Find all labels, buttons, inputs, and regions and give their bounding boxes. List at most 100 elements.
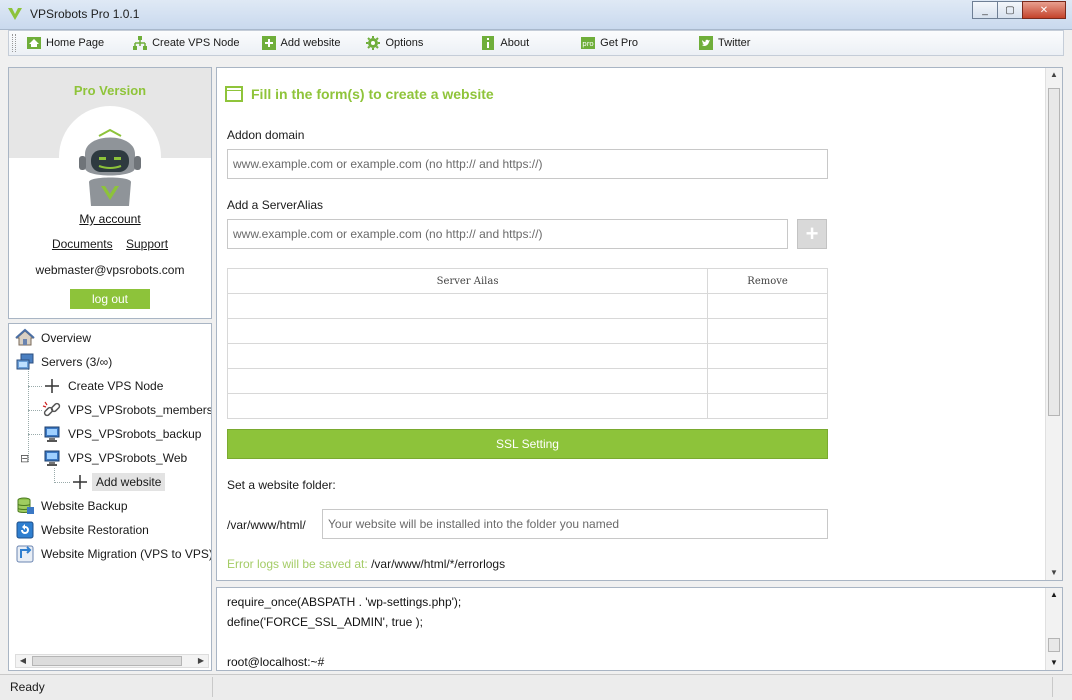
tree-item-label: Create VPS Node [68,379,164,393]
plus-icon [70,472,90,492]
scrollbar-thumb[interactable] [32,656,182,666]
error-logs-info: Error logs will be saved at: /var/www/ht… [227,557,505,571]
ssl-setting-button[interactable]: SSL Setting [227,429,828,459]
home-icon [26,35,42,51]
twitter-icon [698,35,714,51]
add-website-button[interactable]: Add website [257,32,345,54]
console-output[interactable]: require_once(ABSPATH . 'wp-settings.php'… [216,587,1063,671]
tree-connector [28,386,42,387]
status-separator [1052,677,1053,697]
console-line: root@localhost:~# [227,655,325,669]
tree-item-label: Website Restoration [41,523,149,537]
folder-prefix: /var/www/html/ [227,518,306,532]
tree-item-servers[interactable]: Servers (3/∞) [15,352,112,372]
tree-connector [28,410,42,411]
plus-green-icon [261,35,277,51]
database-icon [15,496,35,516]
tree-item-website-backup[interactable]: Website Backup [15,496,128,516]
add-alias-button[interactable]: + [797,219,827,249]
close-button[interactable]: ✕ [1022,1,1066,19]
tree-item-website-restoration[interactable]: Website Restoration [15,520,149,540]
pro-icon: pro [580,35,596,51]
about-label: About [500,37,530,49]
tree-item-vps-web[interactable]: ⊟ VPS_VPSrobots_Web [20,448,187,468]
network-icon [132,35,148,51]
minimize-button[interactable]: _ [972,1,998,19]
scroll-up-icon[interactable]: ▲ [1046,588,1062,602]
twitter-button[interactable]: Twitter [694,32,754,54]
table-cell [707,368,828,394]
tree-horizontal-scrollbar[interactable]: ◀ ▶ [15,654,209,668]
house-icon [15,328,35,348]
tree-item-overview[interactable]: Overview [15,328,91,348]
add-website-label: Add website [280,37,341,49]
tree-item-label: Servers (3/∞) [41,355,113,369]
tree-item-add-website[interactable]: Add website [70,472,166,492]
table-cell [226,318,709,344]
pro-version-label: Pro Version [73,83,147,98]
get-pro-button[interactable]: pro Get Pro [576,32,642,54]
robot-avatar [59,106,161,208]
tree-item-label: VPS_VPSrobots_Web [68,451,188,465]
tree-item-vps-backup[interactable]: VPS_VPSrobots_backup [42,424,201,444]
twitter-label: Twitter [718,37,751,49]
migration-icon [15,544,35,564]
logout-button[interactable]: log out [70,289,150,309]
create-vps-node-button[interactable]: Create VPS Node [128,32,243,54]
tree-item-create-vps-node[interactable]: Create VPS Node [42,376,163,396]
addon-domain-input[interactable] [227,149,828,179]
console-line: require_once(ABSPATH . 'wp-settings.php'… [227,595,462,609]
table-cell [707,393,828,419]
tree-item-website-migration[interactable]: Website Migration (VPS to VPS) [15,544,211,564]
window-icon [225,86,243,102]
column-header-server-alias: Server Ailas [226,268,709,294]
table-row[interactable] [226,318,828,344]
my-account-link[interactable]: My account [9,212,211,226]
table-cell [707,318,828,344]
table-row[interactable] [226,293,828,319]
table-row[interactable] [226,368,828,394]
collapse-toggle[interactable]: ⊟ [20,452,32,465]
status-separator [212,677,213,697]
tree-item-label: Overview [41,331,92,345]
options-button[interactable]: Options [361,32,427,54]
create-vps-node-label: Create VPS Node [152,37,240,49]
maximize-button[interactable]: ▢ [997,1,1023,19]
website-folder-input[interactable] [322,509,828,539]
tree-item-label: VPS_VPSrobots_membersh [68,403,212,417]
table-row[interactable] [226,343,828,369]
account-panel: Pro Version My account Documents Support… [8,67,212,319]
tree-item-label: Website Backup [41,499,128,513]
scrollbar-thumb[interactable] [1048,88,1060,416]
tree-item-vps-membership[interactable]: VPS_VPSrobots_membersh [42,400,212,420]
about-button[interactable]: About [476,32,533,54]
form-vertical-scrollbar[interactable]: ▲ ▼ [1045,68,1062,580]
server-alias-input[interactable] [227,219,788,249]
scroll-left-icon[interactable]: ◀ [16,655,30,667]
robot-avatar-icon [60,107,160,207]
scrollbar-thumb[interactable] [1048,638,1060,652]
form-heading-text: Fill in the form(s) to create a website [251,86,494,102]
toolbar-grip[interactable] [12,34,16,52]
table-cell [707,343,828,369]
window-title: VPSrobots Pro 1.0.1 [30,7,140,21]
home-page-button[interactable]: Home Page [22,32,108,54]
table-cell [707,293,828,319]
console-scrollbar[interactable]: ▲ ▼ [1045,588,1062,670]
title-bar: VPSrobots Pro 1.0.1 _ ▢ ✕ [0,0,1072,30]
scroll-up-icon[interactable]: ▲ [1046,68,1062,82]
options-label: Options [385,37,424,49]
monitor-icon [42,448,62,468]
get-pro-label: Get Pro [600,37,639,49]
documents-link[interactable]: Documents [52,237,113,251]
table-row[interactable] [226,393,828,419]
scroll-down-icon[interactable]: ▼ [1046,656,1062,670]
navigation-tree: Overview Servers (3/∞) Create VPS Node V… [8,323,212,671]
scroll-down-icon[interactable]: ▼ [1046,566,1062,580]
support-link[interactable]: Support [126,237,168,251]
restore-icon [15,520,35,540]
chain-link-icon [42,400,62,420]
scroll-right-icon[interactable]: ▶ [194,655,208,667]
tree-connector [54,482,70,483]
monitor-icon [42,424,62,444]
